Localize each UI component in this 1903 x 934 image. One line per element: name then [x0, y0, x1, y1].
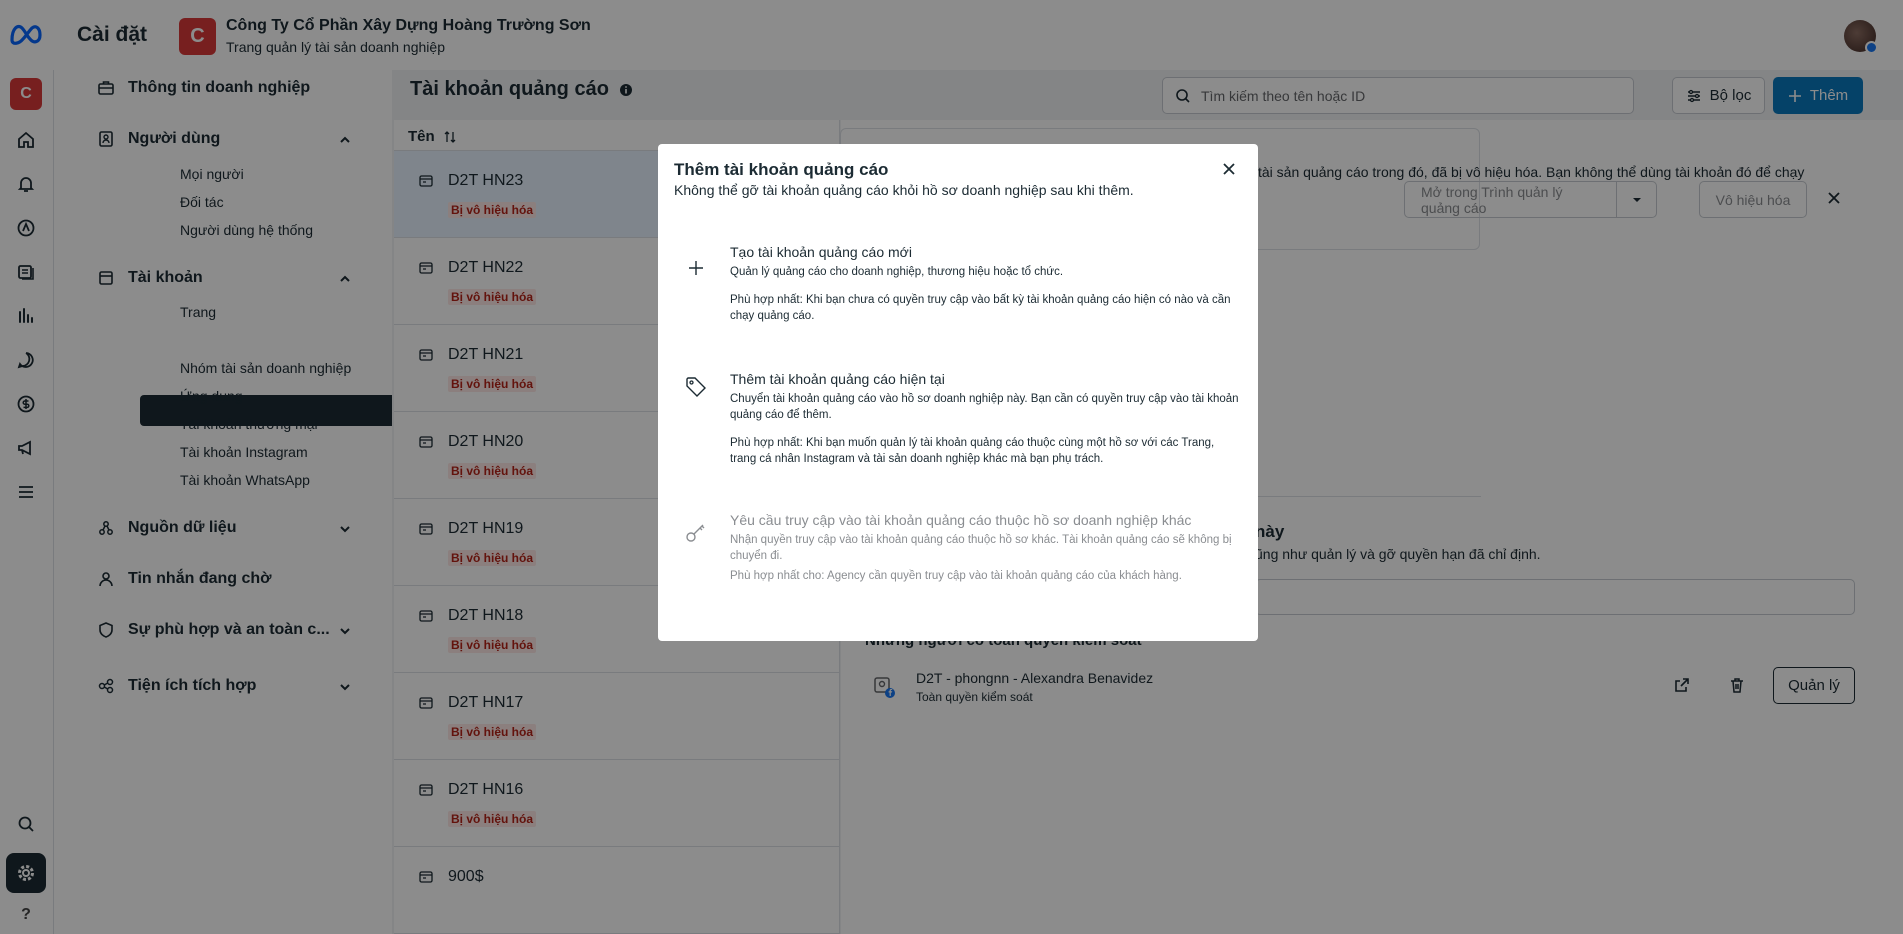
option-title: Thêm tài khoản quảng cáo hiện tại	[730, 371, 945, 387]
option-add-existing[interactable]: Thêm tài khoản quảng cáo hiện tại Chuyển…	[658, 371, 1258, 481]
option-desc: Quản lý quảng cáo cho doanh nghiệp, thươ…	[730, 266, 1064, 278]
option-best-for: Phù hợp nhất: Khi bạn chưa có quyền truy…	[730, 294, 1231, 322]
option-create-new[interactable]: Tạo tài khoản quảng cáo mới Quản lý quản…	[658, 244, 1258, 344]
option-desc: Nhận quyền truy cập vào tài khoản quảng …	[730, 534, 1232, 562]
plus-icon	[689, 261, 703, 275]
option-request-access[interactable]: Yêu cầu truy cập vào tài khoản quảng cáo…	[658, 512, 1258, 622]
dialog-subtitle: Không thể gỡ tài khoản quảng cáo khỏi hồ…	[674, 182, 1134, 198]
close-icon[interactable]	[1220, 160, 1238, 178]
option-title: Yêu cầu truy cập vào tài khoản quảng cáo…	[730, 512, 1192, 528]
option-best-for: Phù hợp nhất cho: Agency cần quyền truy …	[730, 570, 1182, 582]
add-ad-account-dialog: Thêm tài khoản quảng cáo Không thể gỡ tà…	[658, 144, 1258, 641]
option-desc: Chuyển tài khoản quảng cáo vào hồ sơ doa…	[730, 393, 1239, 421]
option-title: Tạo tài khoản quảng cáo mới	[730, 244, 912, 260]
tag-icon	[686, 377, 706, 397]
dialog-title: Thêm tài khoản quảng cáo	[674, 160, 889, 179]
option-best-for: Phù hợp nhất: Khi bạn muốn quản lý tài k…	[730, 437, 1215, 465]
key-icon	[686, 524, 705, 542]
